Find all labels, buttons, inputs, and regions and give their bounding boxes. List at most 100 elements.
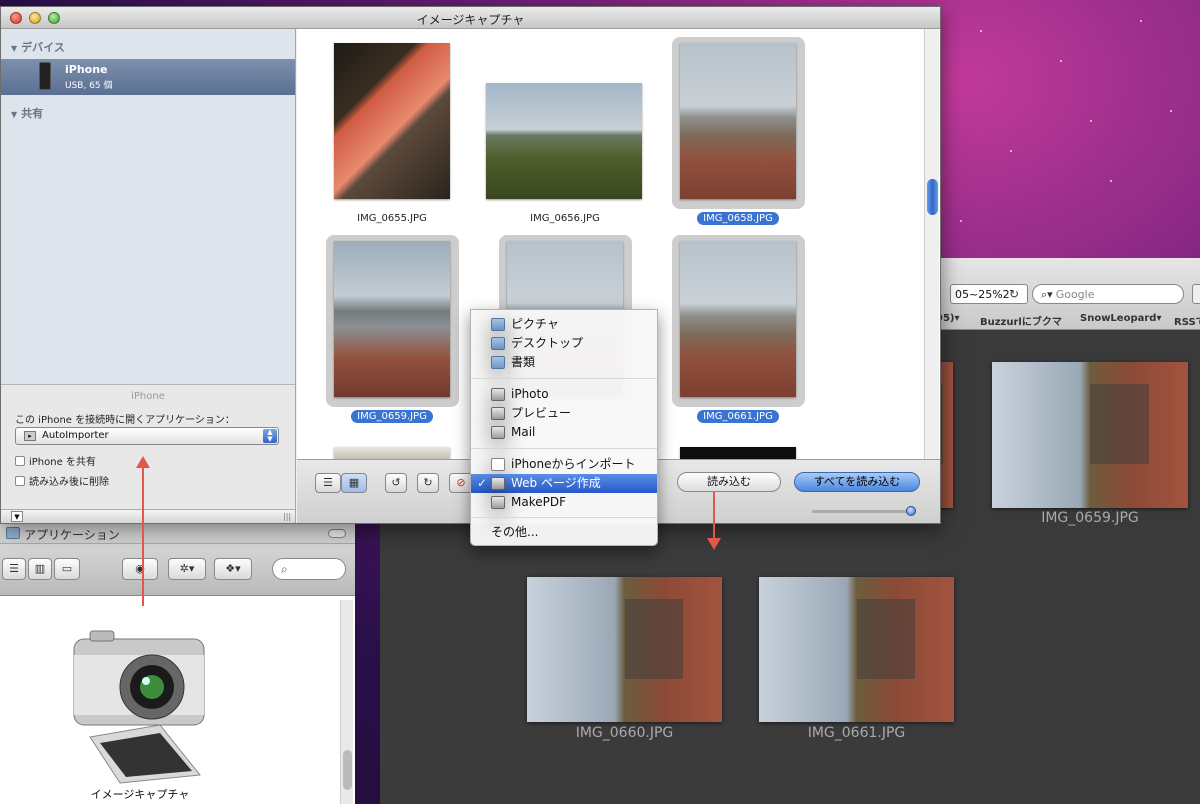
thumbnail-item[interactable]: IMG_0658.JPG bbox=[653, 37, 823, 227]
window-titlebar: イメージキャプチャ bbox=[1, 7, 940, 29]
toolbar-toggle-button[interactable] bbox=[328, 529, 346, 538]
photo-thumbnail[interactable] bbox=[334, 43, 450, 199]
menu-item-import-from-iphone[interactable]: iPhoneからインポート bbox=[471, 455, 657, 474]
rotate-right-button[interactable]: ↻ bbox=[417, 473, 439, 493]
thumbnail-size-slider[interactable] bbox=[812, 506, 916, 516]
disclosure-triangle-icon: ▼ bbox=[11, 110, 18, 119]
details-toggle-button[interactable]: ▼ bbox=[11, 511, 23, 522]
photo-thumbnail[interactable] bbox=[680, 447, 796, 459]
sidebar: ▼ デバイス iPhone USB, 65 個 ▼ 共有 iPhone この iPh… bbox=[1, 29, 296, 523]
sidebar-bottom-bar: ▼ ||| bbox=[1, 509, 295, 523]
toolbar-button[interactable] bbox=[1192, 284, 1200, 304]
desktop-stars bbox=[940, 0, 1200, 260]
sidebar-item-iphone[interactable]: iPhone USB, 65 個 bbox=[1, 59, 295, 95]
finder-titlebar: アプリケーション bbox=[0, 522, 355, 544]
icon-view-button[interactable]: ☰ bbox=[2, 558, 26, 580]
iphone-icon bbox=[39, 62, 51, 90]
thumbnail-scrollbar[interactable] bbox=[924, 29, 939, 459]
panel-title: iPhone bbox=[131, 391, 165, 402]
menu-item-web-page[interactable]: ✓ Web ページ作成 bbox=[471, 474, 657, 493]
device-subtitle: USB, 65 個 bbox=[65, 81, 113, 91]
photo-caption: IMG_0660.JPG bbox=[575, 725, 674, 741]
annotation-arrow-down bbox=[707, 492, 721, 550]
share-iphone-checkbox[interactable]: iPhone を共有 bbox=[15, 453, 96, 468]
menu-item-mail[interactable]: Mail bbox=[471, 423, 657, 442]
menu-item-preview[interactable]: プレビュー bbox=[471, 404, 657, 423]
checkmark-icon: ✓ bbox=[477, 476, 488, 490]
column-view-button[interactable]: ▥ bbox=[28, 558, 52, 580]
search-icon: ⌕▾ bbox=[1041, 288, 1053, 301]
folder-icon bbox=[6, 527, 20, 539]
menu-item-makepdf[interactable]: MakePDF bbox=[471, 493, 657, 512]
menu-item-other[interactable]: その他... bbox=[471, 523, 657, 542]
finder-toolbar: ☰ ▥ ▭ ◉ ✲▾ ❖▾ ⌕ bbox=[0, 544, 355, 596]
annotation-arrow-up bbox=[136, 456, 150, 606]
scroll-thumb[interactable] bbox=[927, 179, 938, 215]
slider-knob[interactable] bbox=[906, 506, 916, 516]
mail-icon bbox=[491, 426, 505, 439]
disclosure-triangle-icon: ▼ bbox=[11, 44, 18, 53]
rotate-left-button[interactable]: ↺ bbox=[385, 473, 407, 493]
preview-icon bbox=[491, 407, 505, 420]
icon-view-button[interactable]: ▦ bbox=[341, 473, 367, 493]
thumbnail-caption: IMG_0655.JPG bbox=[357, 213, 427, 224]
folder-icon bbox=[491, 356, 505, 369]
photo-caption: IMG_0659.JPG bbox=[1041, 510, 1139, 526]
image-capture-app-icon[interactable] bbox=[70, 625, 210, 785]
thumbnail-item[interactable]: IMG_0661.JPG bbox=[653, 235, 823, 425]
photo-thumbnail[interactable] bbox=[992, 362, 1188, 508]
import-all-button[interactable]: すべてを読み込む bbox=[794, 472, 920, 492]
document-icon bbox=[491, 458, 505, 471]
dropbox-icon[interactable]: ❖▾ bbox=[214, 558, 252, 580]
photo-thumbnail[interactable] bbox=[334, 447, 450, 459]
reload-icon[interactable]: ↻ bbox=[1006, 286, 1022, 302]
app-label: イメージキャプチャ bbox=[90, 788, 190, 801]
pdf-icon bbox=[491, 496, 505, 509]
finder-search-input[interactable]: ⌕ bbox=[272, 558, 346, 580]
coverflow-view-button[interactable]: ▭ bbox=[54, 558, 80, 580]
thumbnail-caption: IMG_0661.JPG bbox=[653, 410, 823, 423]
thumbnail-caption: IMG_0656.JPG bbox=[530, 213, 600, 224]
shared-header[interactable]: ▼ 共有 bbox=[11, 105, 43, 121]
photo-thumbnail[interactable] bbox=[486, 83, 642, 199]
folder-icon bbox=[491, 318, 505, 331]
app-icon: ▸ bbox=[24, 431, 36, 441]
list-view-button[interactable]: ☰ bbox=[315, 473, 341, 493]
finder-scrollbar[interactable] bbox=[340, 600, 353, 804]
menu-item-iphoto[interactable]: iPhoto bbox=[471, 385, 657, 404]
quicklook-icon[interactable]: ◉ bbox=[122, 558, 158, 580]
photo-thumbnail[interactable] bbox=[527, 577, 722, 722]
thumbnail-item[interactable]: IMG_0656.JPG bbox=[480, 37, 650, 227]
bookmark-item[interactable]: Buzzurlにブクマ bbox=[980, 313, 1062, 328]
checkbox[interactable] bbox=[15, 456, 25, 466]
delete-after-import-checkbox[interactable]: 読み込み後に削除 bbox=[15, 473, 109, 488]
thumbnail-item[interactable]: IMG_0655.JPG bbox=[307, 37, 477, 227]
open-app-popup[interactable]: ▸ AutoImporter ▲ ▼ bbox=[15, 427, 279, 445]
popup-value: AutoImporter bbox=[42, 430, 109, 441]
thumbnail-caption: IMG_0658.JPG bbox=[653, 212, 823, 225]
gear-icon[interactable]: ✲▾ bbox=[168, 558, 206, 580]
bookmark-item[interactable]: RSSで bbox=[1174, 313, 1200, 328]
menu-item-desktop[interactable]: デスクトップ bbox=[471, 334, 657, 353]
search-placeholder: Google bbox=[1055, 288, 1095, 301]
photo-thumbnail[interactable] bbox=[334, 241, 450, 397]
import-button[interactable]: 読み込む bbox=[677, 472, 781, 492]
devices-header[interactable]: ▼ デバイス bbox=[11, 39, 65, 55]
folder-icon bbox=[491, 337, 505, 350]
resize-grip-icon[interactable]: ||| bbox=[283, 512, 291, 521]
photo-thumbnail[interactable] bbox=[759, 577, 954, 722]
device-name: iPhone bbox=[65, 63, 108, 76]
open-app-label: この iPhone を接続時に開くアプリケーション： bbox=[15, 415, 235, 426]
device-settings-panel: iPhone この iPhone を接続時に開くアプリケーション： ▸ Auto… bbox=[1, 384, 295, 509]
checkbox[interactable] bbox=[15, 476, 25, 486]
finder-title: アプリケーション bbox=[24, 528, 120, 542]
menu-item-documents[interactable]: 書類 bbox=[471, 353, 657, 372]
menu-item-pictures[interactable]: ピクチャ bbox=[471, 315, 657, 334]
photo-thumbnail[interactable] bbox=[680, 241, 796, 397]
browser-toolbar: 05~25%2 ↻ ⌕▾ Google 95)▾ Buzzurlにブクマ Snow… bbox=[930, 258, 1200, 330]
photo-thumbnail[interactable] bbox=[680, 43, 796, 199]
search-field[interactable]: ⌕▾ Google bbox=[1032, 284, 1184, 304]
bookmark-item[interactable]: SnowLeopard▾ bbox=[1080, 313, 1161, 324]
popup-arrows-icon: ▲ ▼ bbox=[263, 429, 277, 443]
thumbnail-item[interactable]: IMG_0659.JPG bbox=[307, 235, 477, 425]
